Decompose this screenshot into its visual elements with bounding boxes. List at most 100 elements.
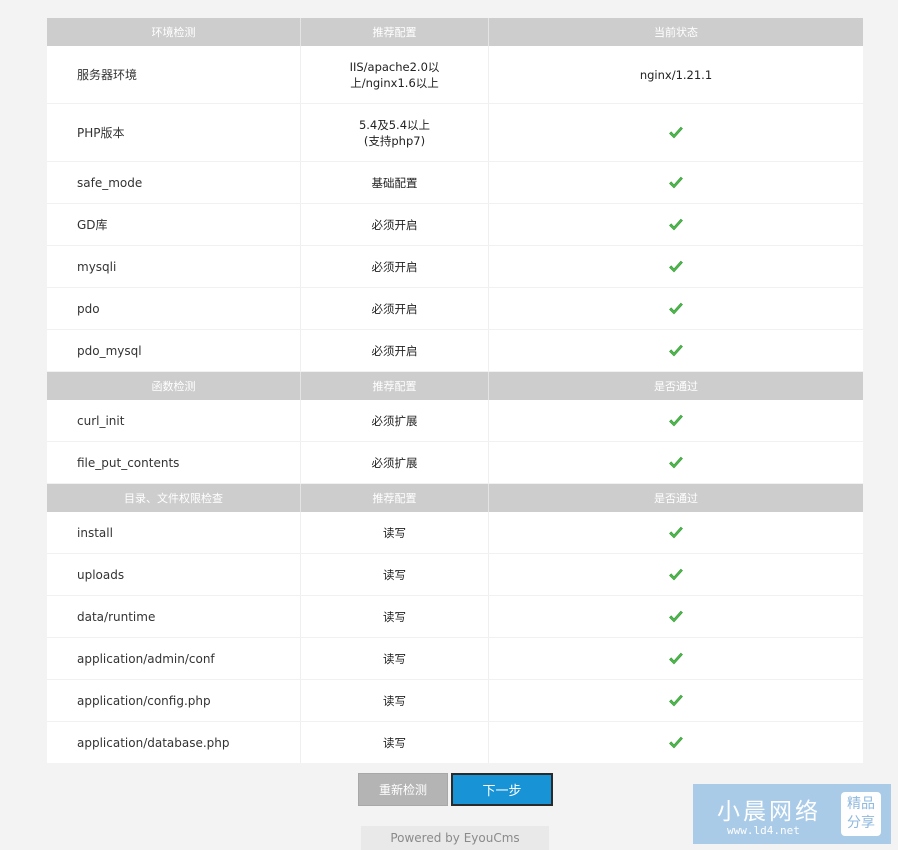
watermark-badge-line: 分享 — [847, 815, 875, 831]
header-pass: 是否通过 — [654, 492, 698, 505]
item-recommended: 必须开启 — [301, 246, 489, 287]
watermark-logo: 小晨网络 www.ld4.net 精品 分享 — [693, 784, 891, 844]
check-icon — [669, 260, 683, 272]
header-recommended: 推荐配置 — [301, 484, 489, 512]
item-recommended: 读写 — [301, 680, 489, 721]
item-name: application/admin/conf — [47, 638, 301, 679]
header-current-status: 当前状态 — [654, 26, 698, 39]
table-row: application/admin/conf 读写 — [47, 638, 863, 680]
item-recommended: 读写 — [301, 722, 489, 763]
item-name: install — [47, 512, 301, 553]
header-func-check: 函数检测 — [47, 372, 301, 400]
check-icon — [669, 694, 683, 706]
item-status — [489, 680, 863, 721]
item-recommended: 读写 — [301, 554, 489, 595]
item-recommended: 必须扩展 — [301, 442, 489, 483]
header-recommended: 推荐配置 — [301, 372, 489, 400]
env-check-table: 环境检测 推荐配置 当前状态 服务器环境 IIS/apache2.0以 上/ng… — [47, 18, 863, 763]
item-name: curl_init — [47, 400, 301, 441]
check-icon — [669, 126, 683, 138]
check-icon — [669, 344, 683, 356]
watermark-badge: 精品 分享 — [841, 792, 881, 836]
check-icon — [669, 610, 683, 622]
item-status — [489, 330, 863, 371]
item-recommended: 必须开启 — [301, 204, 489, 245]
table-row: safe_mode 基础配置 — [47, 162, 863, 204]
item-status — [489, 442, 863, 483]
item-name: mysqli — [47, 246, 301, 287]
item-recommended: 5.4及5.4以上 (支持php7) — [301, 104, 489, 161]
watermark-url: www.ld4.net — [727, 824, 800, 837]
item-name: safe_mode — [47, 162, 301, 203]
recommended-line: 5.4及5.4以上 — [358, 117, 431, 132]
check-icon — [669, 736, 683, 748]
item-status-text: nginx/1.21.1 — [639, 67, 713, 82]
item-name: application/config.php — [47, 680, 301, 721]
check-icon — [669, 526, 683, 538]
recommended-line: (支持php7) — [363, 133, 426, 148]
table-row: pdo_mysql 必须开启 — [47, 330, 863, 372]
item-status — [489, 722, 863, 763]
item-status — [489, 204, 863, 245]
watermark-name: 小晨网络 — [717, 799, 821, 825]
item-name: 服务器环境 — [47, 46, 301, 103]
item-name: pdo — [47, 288, 301, 329]
check-icon — [669, 218, 683, 230]
item-recommended: 必须开启 — [301, 330, 489, 371]
item-recommended: 读写 — [301, 512, 489, 553]
table-row: pdo 必须开启 — [47, 288, 863, 330]
next-step-button[interactable]: 下一步 — [451, 773, 553, 806]
item-status — [489, 104, 863, 161]
header-env-check: 环境检测 — [47, 18, 301, 46]
install-env-check-page: 环境检测 推荐配置 当前状态 服务器环境 IIS/apache2.0以 上/ng… — [0, 0, 898, 850]
item-recommended: 基础配置 — [301, 162, 489, 203]
powered-by-footer: Powered by EyouCms — [361, 826, 549, 850]
item-status — [489, 246, 863, 287]
table-row: uploads 读写 — [47, 554, 863, 596]
item-name: file_put_contents — [47, 442, 301, 483]
item-name: PHP版本 — [47, 104, 301, 161]
item-name: GD库 — [47, 204, 301, 245]
item-status — [489, 512, 863, 553]
item-status — [489, 288, 863, 329]
table-row: curl_init 必须扩展 — [47, 400, 863, 442]
item-status — [489, 162, 863, 203]
item-status — [489, 400, 863, 441]
table-row: GD库 必须开启 — [47, 204, 863, 246]
env-section-header: 环境检测 推荐配置 当前状态 — [47, 18, 863, 46]
header-dir-check: 目录、文件权限检查 — [47, 484, 301, 512]
action-buttons: 重新检测 下一步 — [358, 773, 553, 806]
table-row: application/config.php 读写 — [47, 680, 863, 722]
check-icon — [669, 456, 683, 468]
table-row: install 读写 — [47, 512, 863, 554]
recommended-line: 上/nginx1.6以上 — [350, 75, 439, 90]
item-recommended: 必须扩展 — [301, 400, 489, 441]
check-icon — [669, 568, 683, 580]
item-name: application/database.php — [47, 722, 301, 763]
table-row: PHP版本 5.4及5.4以上 (支持php7) — [47, 104, 863, 162]
header-recommended: 推荐配置 — [301, 18, 489, 46]
item-recommended: 必须开启 — [301, 288, 489, 329]
item-name: uploads — [47, 554, 301, 595]
check-icon — [669, 302, 683, 314]
table-row: mysqli 必须开启 — [47, 246, 863, 288]
item-name: pdo_mysql — [47, 330, 301, 371]
item-recommended: 读写 — [301, 638, 489, 679]
item-name: data/runtime — [47, 596, 301, 637]
item-status — [489, 596, 863, 637]
item-recommended: IIS/apache2.0以 上/nginx1.6以上 — [301, 46, 489, 103]
check-icon — [669, 176, 683, 188]
func-section-header: 函数检测 推荐配置 是否通过 — [47, 372, 863, 400]
table-row: data/runtime 读写 — [47, 596, 863, 638]
watermark-badge-line: 精品 — [847, 796, 875, 812]
dir-section-header: 目录、文件权限检查 推荐配置 是否通过 — [47, 484, 863, 512]
item-status — [489, 554, 863, 595]
item-status — [489, 638, 863, 679]
check-icon — [669, 414, 683, 426]
item-recommended: 读写 — [301, 596, 489, 637]
check-icon — [669, 652, 683, 664]
table-row: file_put_contents 必须扩展 — [47, 442, 863, 484]
table-row: 服务器环境 IIS/apache2.0以 上/nginx1.6以上 nginx/… — [47, 46, 863, 104]
table-row: application/database.php 读写 — [47, 722, 863, 763]
recheck-button[interactable]: 重新检测 — [358, 773, 448, 806]
